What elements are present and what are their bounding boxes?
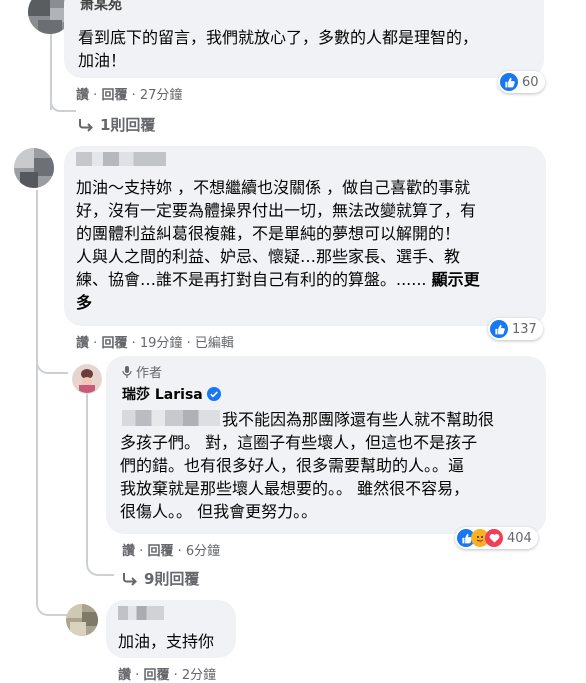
comment-actions: 讚 · 回覆 · 27分鐘: [76, 84, 182, 103]
thread-line: [50, 34, 52, 110]
thread-branch: [86, 560, 114, 576]
comment-text-line: 加油～支持妳 ，不想繼續也沒關係 ，做自己喜歡的事就: [76, 178, 471, 197]
commenter-name[interactable]: 萧某苑: [80, 0, 122, 14]
reply-link[interactable]: 回覆: [147, 544, 173, 559]
author-name-text: 瑞莎 Larisa: [122, 387, 203, 403]
thread-line: [36, 190, 38, 600]
show-more-link[interactable]: 顯示更: [432, 270, 480, 289]
separator: ·: [135, 668, 140, 683]
comment-actions: 讚 · 回覆 · 19分鐘 · 已編輯: [76, 332, 234, 351]
view-replies-link[interactable]: 9則回覆: [122, 568, 199, 589]
mentioned-name-pixelated[interactable]: [122, 410, 220, 426]
reply-text-line: 們的錯。也有很多好人，很多需要幫助的人。。逼: [120, 456, 465, 475]
timestamp[interactable]: 2分鐘: [182, 668, 216, 683]
commenter-avatar[interactable]: [14, 148, 54, 188]
reaction-count[interactable]: 404: [455, 527, 538, 549]
like-icon: [490, 320, 508, 338]
separator: ·: [139, 544, 144, 559]
comment-text-line: 的團體利益糾葛很複雜，不是單純的夢想可以解開的！: [76, 224, 461, 243]
timestamp[interactable]: 19分鐘: [140, 336, 183, 351]
reply-text-line: 多孩子們。 對，這圈子有些壞人，但這也不是孩子: [120, 433, 478, 452]
separator: ·: [186, 336, 191, 351]
comment-text-segment: 練、協會…誰不是再打對自己有利的的算盤。......: [76, 270, 427, 289]
comment-text-line: 練、協會…誰不是再打對自己有利的的算盤。...... 顯示更: [76, 268, 480, 291]
reply-text-line: 我放棄就是那些壞人最想要的。。 雖然很不容易，: [120, 479, 470, 498]
view-replies-link[interactable]: 1則回覆: [78, 114, 155, 135]
edited-label: 已編輯: [194, 336, 234, 351]
separator: ·: [173, 668, 178, 683]
author-badge-label: 作者: [136, 366, 163, 381]
separator: ·: [131, 336, 136, 351]
reply-text-line: 很傷人。。 但我會更努力。。: [120, 502, 318, 521]
reply-link[interactable]: 回覆: [101, 336, 127, 351]
replies-count: 9則回覆: [144, 570, 200, 588]
thread-branch: [36, 598, 68, 616]
reply-arrow-icon: [79, 118, 93, 132]
commenter-avatar[interactable]: [66, 604, 98, 636]
commenter-name-pixelated[interactable]: [118, 606, 164, 620]
reply-link[interactable]: 回覆: [143, 668, 169, 683]
comment-text-line: 看到底下的留言，我們就放心了，多數的人都是理智的，: [78, 28, 479, 47]
reply-link[interactable]: 回覆: [101, 88, 127, 103]
reply-text-line: 我不能因為那團隊還有些人就不幫助很: [222, 410, 495, 429]
verified-badge-icon: [206, 387, 221, 401]
separator: ·: [93, 336, 98, 351]
commenter-name-pixelated[interactable]: [76, 152, 166, 166]
comment-text-line: 好，沒有一定要為體操界付出一切，無法改變就算了，有: [76, 201, 477, 220]
comment-text-line: 人與人之間的利益、妒忌、懷疑…那些家長、選手、教: [76, 247, 461, 266]
reaction-number: 404: [507, 530, 532, 546]
like-link[interactable]: 讚: [118, 668, 131, 683]
replies-count: 1則回覆: [100, 116, 156, 134]
author-name[interactable]: 瑞莎 Larisa: [122, 384, 221, 404]
author-avatar[interactable]: [72, 364, 102, 394]
show-more-link-cont[interactable]: 多: [76, 291, 92, 314]
thread-line: [86, 394, 88, 562]
author-badge: 作者: [122, 362, 162, 381]
timestamp[interactable]: 6分鐘: [186, 544, 220, 559]
thread-branch: [36, 356, 68, 374]
comment-text-line: 加油，支持你: [118, 632, 215, 651]
like-icon: [500, 73, 518, 91]
like-link[interactable]: 讚: [122, 544, 135, 559]
like-link[interactable]: 讚: [76, 88, 89, 103]
reply-actions: 讚 · 回覆 · 6分鐘: [122, 540, 220, 559]
reply-arrow-icon: [123, 572, 137, 586]
love-icon: [485, 529, 503, 547]
reaction-number: 137: [512, 321, 537, 337]
microphone-icon: [122, 365, 132, 378]
comment-text-line: 加油！: [78, 51, 127, 70]
separator: ·: [177, 544, 182, 559]
thread-branch: [50, 100, 76, 112]
separator: ·: [131, 88, 136, 103]
reaction-count[interactable]: 60: [498, 71, 545, 93]
reaction-count[interactable]: 137: [488, 318, 543, 340]
separator: ·: [93, 88, 98, 103]
timestamp[interactable]: 27分鐘: [140, 88, 183, 103]
reaction-number: 60: [522, 74, 539, 90]
like-link[interactable]: 讚: [76, 336, 89, 351]
